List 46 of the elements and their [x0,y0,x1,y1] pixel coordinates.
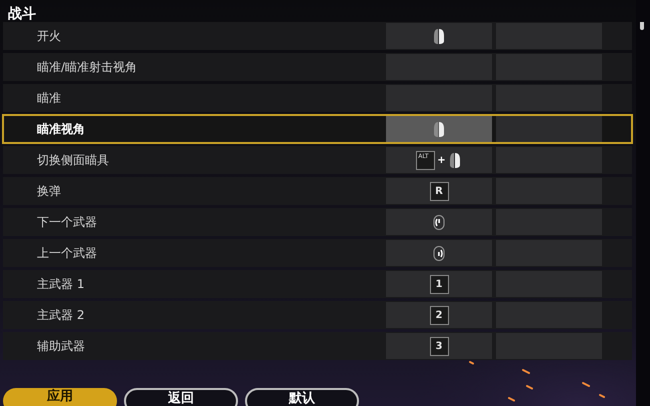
primary-binding-slot[interactable] [386,23,492,49]
action-label: 切换侧面瞄具 [36,152,110,169]
action-label: 上一个武器 [36,245,98,262]
action-label: 瞄准/瞄准射击视角 [36,59,138,76]
mouse-wheel-icon [432,244,446,262]
setting-row[interactable]: 换弹 R [3,177,632,205]
mouse-wheel-icon [432,214,446,230]
action-label: 瞄准 [36,90,62,107]
secondary-binding-slot[interactable] [496,85,602,111]
key-cap: R [430,182,448,200]
setting-row[interactable]: 瞄准视角 [3,115,632,143]
mouse-icon [448,152,462,168]
menu-button[interactable]: 默认 [245,388,359,406]
plus-sign: + [437,154,446,168]
action-label: 换弹 [36,183,62,200]
primary-binding-slot[interactable]: 2 [386,302,492,328]
setting-row[interactable]: 瞄准/瞄准射击视角 [3,53,632,81]
primary-binding-slot[interactable]: R [386,178,492,204]
menu-button[interactable]: 返回 [124,388,238,406]
setting-row[interactable]: 辅助武器 3 [3,332,632,360]
secondary-binding-slot[interactable] [496,54,602,80]
secondary-binding-slot[interactable] [496,147,602,173]
primary-binding-slot[interactable]: 1 [386,271,492,297]
secondary-binding-slot[interactable] [496,178,602,204]
action-label: 主武器 2 [36,307,86,324]
action-label: 下一个武器 [36,214,98,231]
setting-row[interactable]: 开火 [3,22,632,50]
action-label: 主武器 1 [36,276,86,293]
key-cap: 1 [430,274,448,294]
primary-binding-slot[interactable] [386,116,492,142]
setting-row[interactable]: 瞄准 [3,84,632,112]
apply-button[interactable]: 应用 [3,388,117,406]
action-label: 瞄准视角 [36,121,86,138]
primary-binding-slot[interactable]: 3 [386,333,492,359]
mouse-icon [432,120,446,138]
action-label: 开火 [36,28,62,45]
secondary-binding-slot[interactable] [496,333,602,359]
action-label: 辅助武器 [36,338,86,355]
mouse-icon [432,28,446,44]
secondary-binding-slot[interactable] [496,302,602,328]
section-title: 战斗 [8,6,36,22]
key-cap: 3 [430,336,448,356]
key-cap: 2 [430,306,448,324]
setting-row[interactable]: 主武器 2 2 [3,301,632,329]
setting-row[interactable]: 主武器 1 1 [3,270,632,298]
secondary-binding-slot[interactable] [496,271,602,297]
